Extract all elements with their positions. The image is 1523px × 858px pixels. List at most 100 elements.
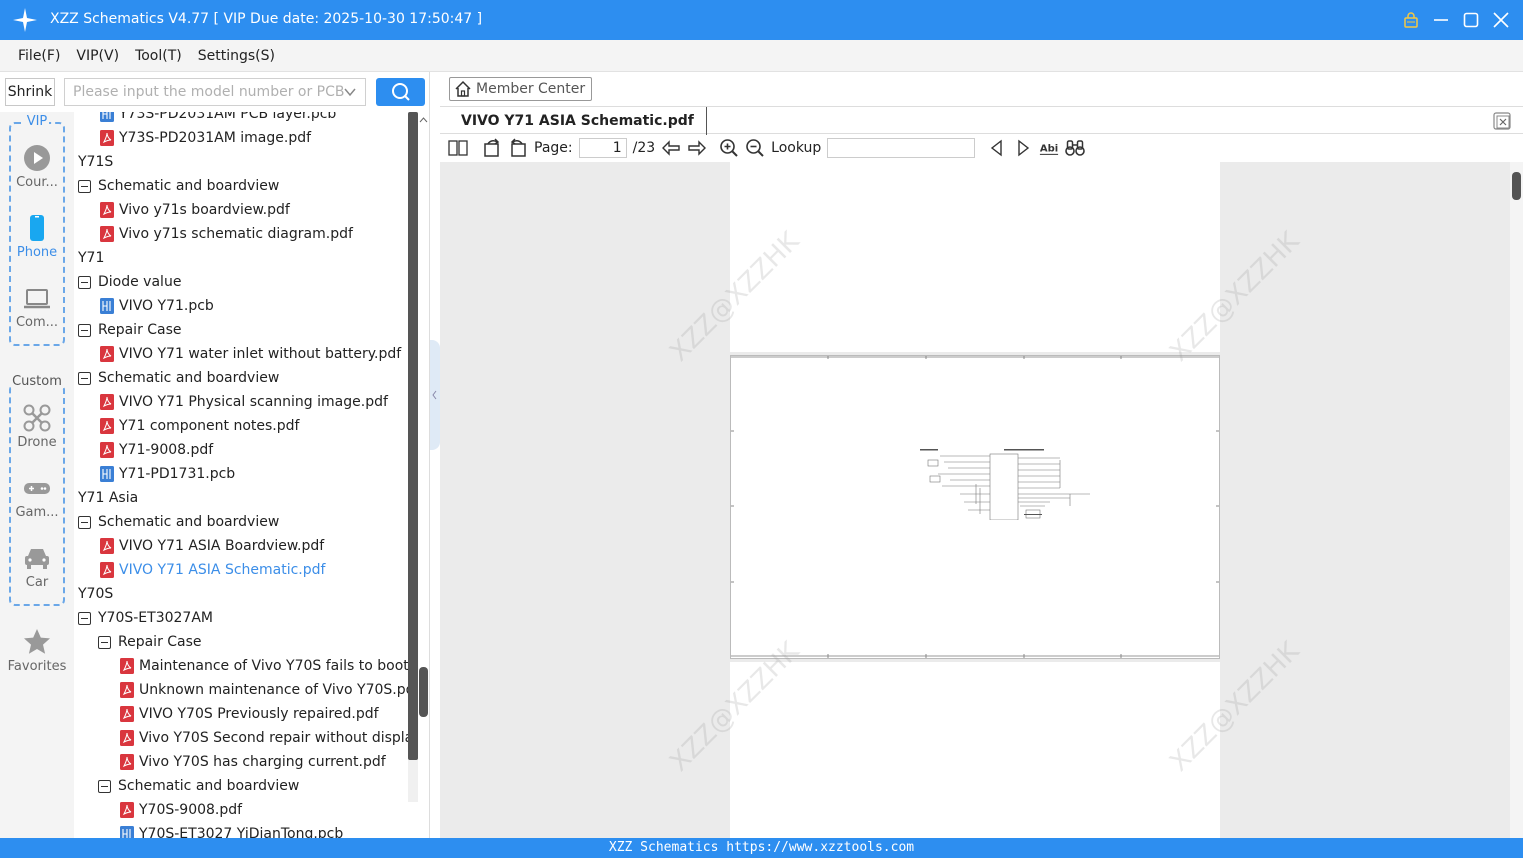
chevron-down-icon[interactable] — [343, 85, 357, 99]
tree-folder[interactable]: Y70S-ET3027AM — [78, 606, 408, 630]
tree-file[interactable]: Vivo y71s schematic diagram.pdf — [100, 222, 408, 246]
tree-item-label: Y70S-9008.pdf — [139, 802, 243, 818]
tree-folder[interactable]: Schematic and boardview — [98, 774, 408, 798]
tree-file[interactable]: VIVO Y71 Physical scanning image.pdf — [100, 390, 408, 414]
menu-file[interactable]: File(F) — [18, 48, 60, 64]
scroll-up-icon[interactable] — [419, 116, 428, 124]
category-favorites[interactable]: Favorites — [0, 628, 74, 674]
minimize-icon[interactable] — [1433, 12, 1449, 28]
search-input[interactable]: Please input the model number or PCB — [64, 78, 366, 106]
tree-file[interactable]: Y71 component notes.pdf — [100, 414, 408, 438]
tree-folder[interactable]: Y71S — [76, 150, 408, 174]
lock-icon[interactable] — [1403, 12, 1419, 28]
collapse-toggle-icon[interactable] — [78, 515, 91, 529]
binoculars-icon[interactable] — [1065, 138, 1086, 158]
tree-file[interactable]: Y70S-9008.pdf — [120, 798, 408, 822]
category-drone[interactable]: Drone — [0, 404, 74, 450]
tree-folder[interactable]: Y70S — [76, 582, 408, 606]
tree-file[interactable]: VIVO Y70S Previously repaired.pdf — [120, 702, 408, 726]
tree-file[interactable]: VIVO Y71 ASIA Schematic.pdf — [100, 558, 408, 582]
tree-file[interactable]: VIVO Y71 water inlet without battery.pdf — [100, 342, 408, 366]
pcb-file-icon — [100, 112, 114, 122]
tree-folder[interactable]: Diode value — [78, 270, 408, 294]
shrink-button[interactable]: Shrink — [5, 78, 55, 106]
close-tab-icon[interactable] — [1493, 112, 1511, 130]
zoom-out-icon[interactable] — [745, 138, 765, 158]
collapse-toggle-icon[interactable] — [78, 275, 91, 289]
tree-folder[interactable]: Schematic and boardview — [78, 366, 408, 390]
previous-page-icon[interactable] — [661, 138, 681, 158]
tree-secondary-scroll-thumb[interactable] — [419, 667, 428, 717]
home-icon — [455, 80, 471, 97]
menu-vip[interactable]: VIP(V) — [76, 48, 119, 64]
pdf-file-icon — [120, 754, 134, 770]
tree-file[interactable]: Y73S-PD2031AM PCB layer.pcb — [100, 112, 408, 126]
tab-title: VIVO Y71 ASIA Schematic.pdf — [461, 113, 694, 129]
tree-folder[interactable]: Schematic and boardview — [78, 510, 408, 534]
category-game[interactable]: Gam... — [0, 474, 74, 520]
member-center-button[interactable]: Member Center — [449, 77, 593, 101]
category-phone[interactable]: Phone — [0, 214, 74, 260]
tree-scroll-thumb[interactable] — [408, 112, 418, 760]
collapse-toggle-icon[interactable] — [78, 323, 91, 337]
category-label: Com... — [15, 315, 59, 330]
menu-tool[interactable]: Tool(T) — [135, 48, 182, 64]
tree-item-label: Y71-9008.pdf — [119, 442, 214, 458]
viewer-scroll-thumb[interactable] — [1512, 172, 1521, 200]
tree-item-label: Diode value — [98, 274, 182, 290]
menu-settings[interactable]: Settings(S) — [198, 48, 275, 64]
tree-file[interactable]: Vivo Y70S has charging current.pdf — [120, 750, 408, 774]
category-car[interactable]: Car — [0, 544, 74, 590]
rotate-left-icon[interactable] — [482, 138, 502, 158]
play-circle-icon — [24, 145, 50, 171]
tree-folder[interactable]: Repair Case — [78, 318, 408, 342]
tab-bar: VIVO Y71 ASIA Schematic.pdf — [440, 106, 1523, 135]
find-previous-icon[interactable] — [987, 138, 1007, 158]
pcb-file-icon — [120, 826, 134, 838]
tree-folder[interactable]: Y71 Asia — [76, 486, 408, 510]
tree-file[interactable]: Vivo y71s boardview.pdf — [100, 198, 408, 222]
tree-file[interactable]: Vivo Y70S Second repair without display.… — [120, 726, 408, 750]
two-page-view-icon[interactable] — [448, 138, 468, 158]
tree-item-label: Vivo Y70S Second repair without display.… — [139, 730, 408, 746]
tree-folder[interactable]: Schematic and boardview — [78, 174, 408, 198]
window-title: XZZ Schematics V4.77 [ VIP Due date: 202… — [50, 11, 483, 27]
tree-item-label: Vivo y71s boardview.pdf — [119, 202, 290, 218]
match-case-icon[interactable]: Abi — [1039, 138, 1059, 158]
collapse-toggle-icon[interactable] — [78, 371, 91, 385]
tab-pdf-document[interactable]: VIVO Y71 ASIA Schematic.pdf — [450, 107, 707, 135]
category-computer[interactable]: Com... — [0, 284, 74, 330]
page-number-input[interactable]: 1 — [578, 138, 627, 158]
tree-file[interactable]: VIVO Y71.pcb — [100, 294, 408, 318]
collapse-toggle-icon[interactable] — [78, 179, 91, 193]
search-icon — [391, 83, 410, 101]
tree-item-label: Repair Case — [118, 634, 202, 650]
rotate-right-icon[interactable] — [508, 138, 528, 158]
panel-collapse-handle[interactable] — [430, 340, 440, 450]
tree-item-label: Maintenance of Vivo Y70S fails to boot.p… — [139, 658, 408, 674]
collapse-toggle-icon[interactable] — [98, 779, 111, 793]
tree-file[interactable]: Y71-PD1731.pcb — [100, 462, 408, 486]
tree-file[interactable]: Maintenance of Vivo Y70S fails to boot.p… — [120, 654, 408, 678]
category-courses[interactable]: Cour... — [0, 144, 74, 190]
tree-folder[interactable]: Repair Case — [98, 630, 408, 654]
collapse-toggle-icon[interactable] — [98, 635, 111, 649]
tree-file[interactable]: Y70S-ET3027 YiDianTong.pcb — [120, 822, 408, 838]
tree-item-label: Y73S-PD2031AM image.pdf — [119, 130, 312, 146]
find-next-icon[interactable] — [1013, 138, 1033, 158]
tree-folder[interactable]: Y71 — [76, 246, 408, 270]
tree-file[interactable]: Unknown maintenance of Vivo Y70S.pdf — [120, 678, 408, 702]
tree-file[interactable]: VIVO Y71 ASIA Boardview.pdf — [100, 534, 408, 558]
next-page-icon[interactable] — [687, 138, 707, 158]
search-button[interactable] — [376, 78, 425, 106]
lookup-input[interactable] — [827, 138, 976, 158]
close-icon[interactable] — [1493, 12, 1509, 28]
collapse-toggle-icon[interactable] — [78, 611, 91, 625]
tree-file[interactable]: Y71-9008.pdf — [100, 438, 408, 462]
tree-file[interactable]: Y73S-PD2031AM image.pdf — [100, 126, 408, 150]
zoom-in-icon[interactable] — [719, 138, 739, 158]
pdf-viewport[interactable]: XZZ@XZZHK XZZ@XZZHK XZZ@XZZHK XZZ@XZZHK — [440, 162, 1523, 838]
viewer-scroll-track[interactable] — [1510, 162, 1523, 838]
maximize-icon[interactable] — [1463, 12, 1479, 28]
page-label: Page: — [534, 140, 573, 156]
